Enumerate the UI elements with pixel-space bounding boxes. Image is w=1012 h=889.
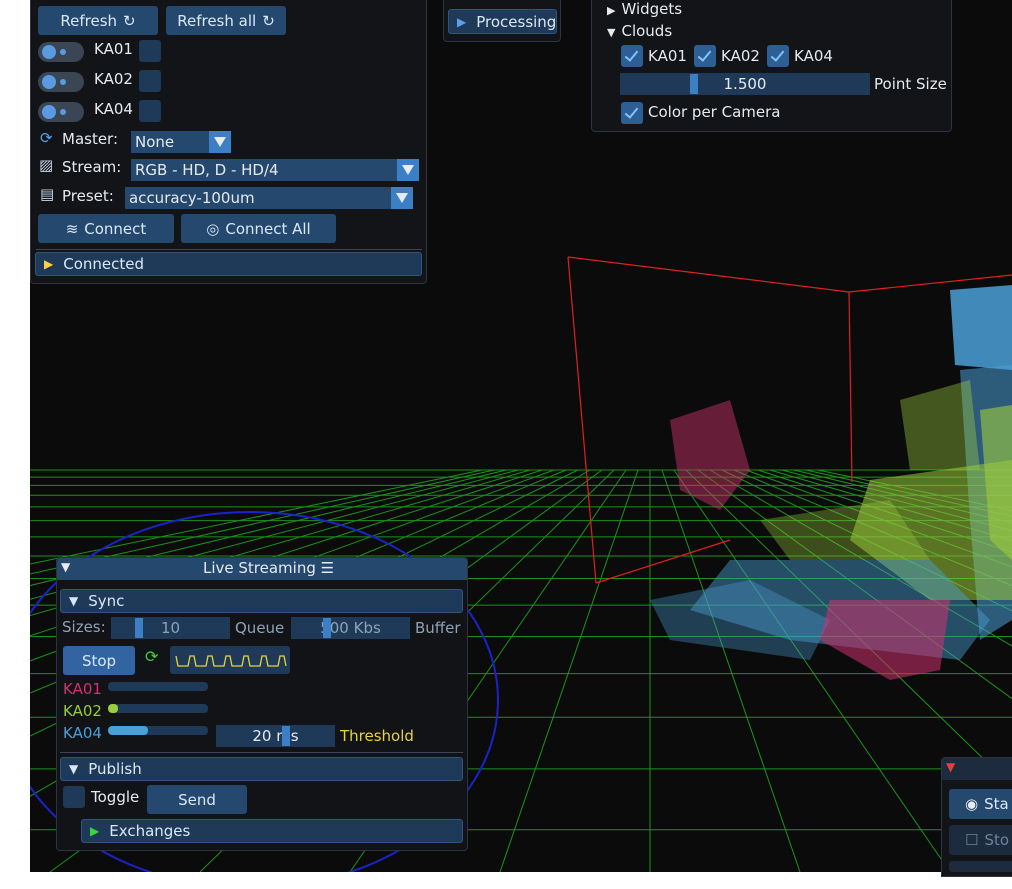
record-icon: ◉ bbox=[965, 795, 979, 813]
collapse-arrow-icon: ▼ bbox=[69, 762, 79, 776]
refresh-icon: ↻ bbox=[123, 11, 136, 30]
camera-label-ka02: KA02 bbox=[94, 70, 133, 88]
camera-checkbox-ka02[interactable] bbox=[139, 70, 161, 92]
camera-toggle-ka04[interactable] bbox=[38, 102, 84, 122]
cloud-label-ka01: KA01 bbox=[648, 47, 687, 65]
connect-button[interactable]: ≋ Connect bbox=[38, 214, 174, 243]
clipboard-icon: ▤ bbox=[40, 185, 55, 203]
toggle-label: Toggle bbox=[91, 788, 140, 806]
threshold-label: Threshold bbox=[340, 727, 414, 745]
master-label: Master: bbox=[62, 130, 119, 148]
preset-select[interactable]: accuracy-100um bbox=[125, 187, 413, 209]
sync-icon: ⟳ bbox=[40, 129, 53, 147]
camera-label-ka01: KA01 bbox=[94, 40, 133, 58]
chevron-down-icon bbox=[397, 159, 419, 181]
publish-header[interactable]: ▼ Publish bbox=[60, 757, 463, 781]
send-button[interactable]: Send bbox=[147, 785, 247, 814]
processing-header[interactable]: ▶ Processing bbox=[448, 9, 557, 34]
master-select[interactable]: None bbox=[131, 131, 231, 153]
camera-toggle-ka01[interactable] bbox=[38, 42, 84, 62]
stream-select[interactable]: RGB - HD, D - HD/4 bbox=[131, 159, 419, 181]
expand-arrow-icon: ▶ bbox=[44, 257, 54, 271]
toggle-checkbox[interactable] bbox=[63, 786, 85, 808]
record-start-button[interactable]: ◉ Sta bbox=[949, 789, 1012, 819]
preset-label: Preset: bbox=[62, 187, 114, 205]
point-size-slider[interactable]: 1.500 bbox=[620, 73, 870, 95]
camera-toggle-ka02[interactable] bbox=[38, 72, 84, 92]
slider-grab[interactable] bbox=[690, 74, 698, 94]
stream-progress-ka01 bbox=[108, 682, 208, 691]
slider-grab[interactable] bbox=[282, 726, 290, 746]
stream-camera-label-ka02: KA02 bbox=[63, 702, 102, 720]
stream-camera-label-ka04: KA04 bbox=[63, 724, 102, 742]
collapse-arrow-icon: ▼ bbox=[69, 594, 79, 608]
refresh-all-button[interactable]: Refresh all ↻ bbox=[166, 6, 286, 35]
broadcast-icon: ◎ bbox=[206, 219, 220, 238]
sync-header[interactable]: ▼ Sync bbox=[60, 589, 463, 613]
camera-checkbox-ka01[interactable] bbox=[139, 40, 161, 62]
queue-size-slider[interactable]: 10 bbox=[111, 617, 230, 639]
collapse-arrow-icon[interactable]: ▼ bbox=[946, 760, 955, 774]
stream-label: Stream: bbox=[62, 158, 122, 176]
sizes-label: Sizes: bbox=[62, 618, 106, 636]
camera-label-ka04: KA04 bbox=[94, 100, 133, 118]
collapse-arrow-icon: ▼ bbox=[607, 26, 616, 39]
expand-arrow-icon: ▶ bbox=[457, 14, 467, 29]
threshold-slider[interactable]: 20 ms bbox=[216, 725, 335, 747]
color-per-camera-checkbox[interactable] bbox=[621, 102, 643, 124]
cloud-label-ka02: KA02 bbox=[721, 47, 760, 65]
cloud-label-ka04: KA04 bbox=[794, 47, 833, 65]
divider bbox=[36, 249, 422, 250]
record-extra-button[interactable] bbox=[949, 861, 1012, 872]
connected-header[interactable]: ▶ Connected bbox=[35, 252, 422, 276]
chevron-down-icon bbox=[209, 131, 231, 153]
buffer-size-slider[interactable]: 500 Kbs bbox=[291, 617, 410, 639]
record-stop-button[interactable]: ☐ Sto bbox=[949, 825, 1012, 855]
waveform-graphic bbox=[175, 655, 287, 667]
cloud-checkbox-ka01[interactable] bbox=[621, 45, 643, 67]
stop-button[interactable]: Stop bbox=[63, 646, 135, 675]
wifi-icon: ≋ bbox=[65, 219, 79, 238]
slider-grab[interactable] bbox=[323, 618, 331, 638]
buffer-label: Buffer bbox=[415, 619, 461, 637]
slider-grab[interactable] bbox=[135, 618, 143, 638]
expand-arrow-icon: ▶ bbox=[607, 4, 616, 17]
cloud-checkbox-ka02[interactable] bbox=[694, 45, 716, 67]
queue-label: Queue bbox=[235, 619, 285, 637]
exchanges-header[interactable]: ▶ Exchanges bbox=[81, 819, 463, 843]
camera-checkbox-ka04[interactable] bbox=[139, 100, 161, 122]
connect-all-button[interactable]: ◎ Connect All bbox=[181, 214, 336, 243]
refresh-button[interactable]: Refresh ↻ bbox=[38, 6, 158, 35]
live-streaming-titlebar[interactable]: ▼ Live Streaming ☰ bbox=[57, 558, 467, 580]
stream-camera-label-ka01: KA01 bbox=[63, 680, 102, 698]
color-per-camera-label: Color per Camera bbox=[648, 103, 781, 121]
divider bbox=[60, 752, 463, 753]
expand-arrow-icon: ▶ bbox=[90, 824, 100, 838]
chevron-down-icon bbox=[391, 187, 413, 209]
refresh-icon: ↻ bbox=[262, 11, 275, 30]
widgets-node[interactable]: ▶ Widgets bbox=[607, 0, 682, 18]
stream-progress-ka04 bbox=[108, 726, 208, 735]
menu-icon[interactable]: ☰ bbox=[316, 559, 334, 577]
image-icon: ▨ bbox=[39, 156, 54, 174]
recorder-titlebar[interactable]: ▼ bbox=[942, 758, 1012, 780]
stop-icon: ☐ bbox=[965, 831, 979, 849]
live-streaming-title: Live Streaming bbox=[203, 559, 316, 577]
cloud-checkbox-ka04[interactable] bbox=[767, 45, 789, 67]
sync-waveform bbox=[170, 646, 290, 674]
point-size-label: Point Size bbox=[874, 75, 947, 93]
clouds-node[interactable]: ▼ Clouds bbox=[607, 22, 672, 40]
stream-progress-ka02 bbox=[108, 704, 208, 713]
sync-status-icon: ⟳ bbox=[145, 647, 159, 666]
collapse-arrow-icon[interactable]: ▼ bbox=[61, 560, 70, 574]
